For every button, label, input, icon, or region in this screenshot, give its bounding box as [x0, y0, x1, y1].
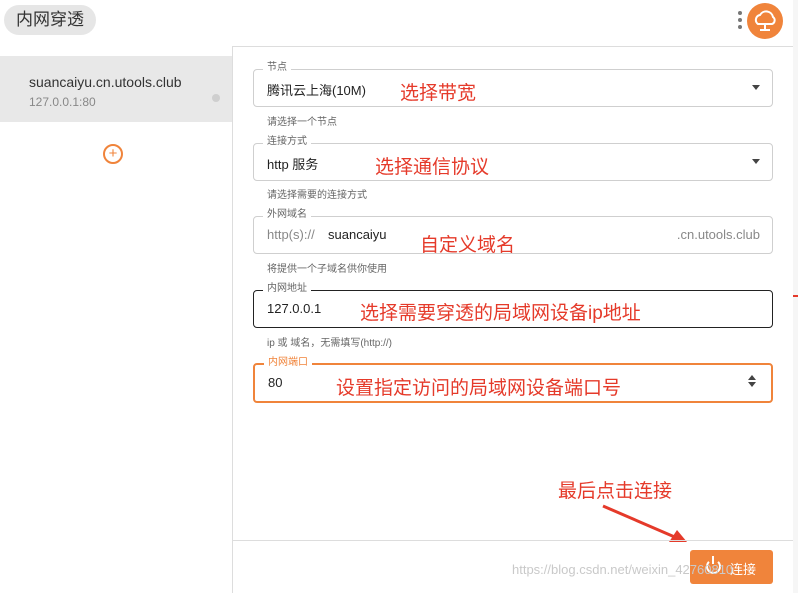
chevron-down-icon [752, 85, 760, 90]
divider [233, 46, 798, 47]
sidebar-item-address: 127.0.0.1:80 [29, 95, 96, 109]
address-input[interactable]: 127.0.0.1 [267, 301, 321, 316]
domain-input[interactable]: suancaiyu [328, 227, 387, 242]
scrollbar[interactable] [793, 0, 798, 593]
domain-helper: 将提供一个子域名供你使用 [267, 264, 387, 275]
port-label: 内网端口 [264, 357, 312, 369]
protocol-label: 连接方式 [263, 136, 311, 148]
add-tunnel-button[interactable]: + [103, 144, 123, 164]
protocol-value: http 服务 [267, 157, 319, 172]
connect-button-label: 连接 [730, 562, 757, 577]
annotation-connect: 最后点击连接 [558, 481, 673, 502]
sidebar-item-tunnel[interactable]: suancaiyu.cn.utools.club 127.0.0.1:80 [0, 56, 232, 122]
chevron-down-icon [752, 159, 760, 164]
sidebar: suancaiyu.cn.utools.club 127.0.0.1:80 + [0, 46, 233, 593]
annotation-protocol: 选择通信协议 [375, 157, 490, 178]
annotation-bandwidth: 选择带宽 [400, 83, 477, 104]
sidebar-item-domain: suancaiyu.cn.utools.club [29, 74, 182, 90]
app-title[interactable]: 内网穿透 [4, 5, 96, 35]
address-label: 内网地址 [263, 283, 311, 295]
annotation-domain: 自定义域名 [420, 235, 516, 256]
protocol-helper: 请选择需要的连接方式 [267, 190, 367, 201]
status-dot [212, 94, 220, 102]
node-select[interactable]: 节点 腾讯云上海(10M) [253, 62, 773, 107]
top-bar: 内网穿透 [0, 0, 798, 46]
node-label: 节点 [263, 62, 291, 74]
port-input[interactable]: 80 [268, 375, 282, 390]
protocol-select[interactable]: 连接方式 http 服务 [253, 136, 773, 181]
more-menu-icon[interactable] [735, 8, 745, 34]
arrow-icon [602, 504, 687, 542]
node-value: 腾讯云上海(10M) [267, 83, 366, 98]
address-helper: ip 或 域名，无需填写(http://) [267, 338, 393, 349]
watermark: https://blog.csdn.net/weixin_42760810 [512, 562, 734, 577]
domain-prefix: http(s):// [267, 227, 315, 242]
port-stepper[interactable] [747, 375, 757, 389]
node-helper: 请选择一个节点 [267, 117, 337, 128]
divider [233, 540, 798, 541]
annotation-address: 选择需要穿透的局域网设备ip地址 [360, 303, 641, 324]
domain-suffix: .cn.utools.club [676, 227, 760, 242]
annotation-port: 设置指定访问的局域网设备端口号 [336, 378, 622, 399]
domain-label: 外网域名 [263, 209, 311, 221]
cloud-icon [754, 10, 776, 31]
avatar[interactable] [747, 3, 783, 39]
